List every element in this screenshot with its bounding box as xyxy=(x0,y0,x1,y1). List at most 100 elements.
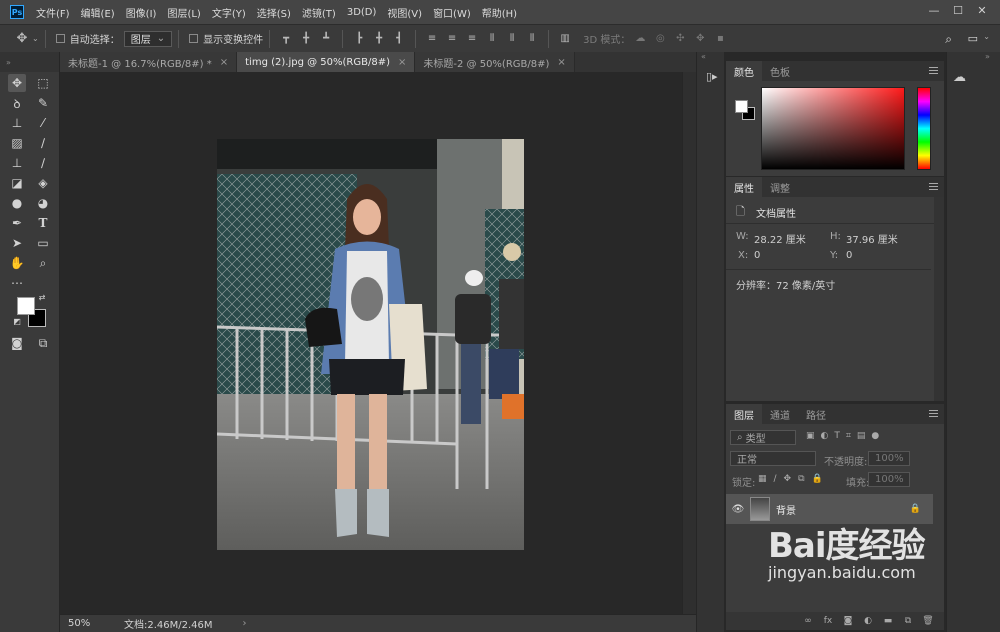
menu-select[interactable]: 选择(S) xyxy=(257,5,291,20)
menu-3d[interactable]: 3D(D) xyxy=(347,7,377,18)
lasso-tool-icon[interactable]: ꝺ xyxy=(8,94,26,112)
pen-tool-icon[interactable]: ✒ xyxy=(8,214,26,232)
workspace-icon[interactable]: ▭ xyxy=(968,32,978,45)
zoom-tool-icon[interactable]: ⌕ xyxy=(34,254,52,272)
drag-3d-icon[interactable]: ✣ xyxy=(674,33,686,45)
minimize-button[interactable]: — xyxy=(922,0,946,20)
marquee-tool-icon[interactable]: ⬚ xyxy=(34,74,52,92)
panel-menu-icon[interactable] xyxy=(929,67,938,74)
blur-tool-icon[interactable]: ● xyxy=(8,194,26,212)
hand-tool-icon[interactable]: ✋ xyxy=(8,254,26,272)
healing-brush-tool-icon[interactable]: ▨ xyxy=(8,134,26,152)
align-vcenter-icon[interactable]: ╋ xyxy=(300,33,312,45)
align-hcenter-icon[interactable]: ╋ xyxy=(373,33,385,45)
quick-select-tool-icon[interactable]: ✎ xyxy=(34,94,52,112)
rectangle-tool-icon[interactable]: ▭ xyxy=(34,234,52,252)
link-layers-icon[interactable]: ∞ xyxy=(802,615,814,627)
screen-mode-icon[interactable]: ⧉ xyxy=(34,334,52,352)
align-top-icon[interactable]: ┳ xyxy=(280,33,292,45)
distribute-right-icon[interactable]: ⦀ xyxy=(526,33,538,45)
distribute-hcenter-icon[interactable]: ⦀ xyxy=(506,33,518,45)
document-image[interactable] xyxy=(217,139,524,550)
align-left-icon[interactable]: ┣ xyxy=(353,33,365,45)
tab-properties[interactable]: 属性 xyxy=(726,177,762,197)
history-panel-icon[interactable]: ▯▸ xyxy=(706,70,718,83)
distribute-top-icon[interactable]: ≡ xyxy=(426,33,438,45)
close-icon[interactable]: × xyxy=(398,57,406,68)
status-menu-arrow[interactable]: › xyxy=(243,618,247,629)
slide-3d-icon[interactable]: ✥ xyxy=(694,33,706,45)
eye-icon[interactable]: 👁 xyxy=(726,504,750,515)
opacity-field[interactable]: 100% xyxy=(868,451,910,466)
crop-tool-icon[interactable]: ⊥ xyxy=(8,114,26,132)
menu-view[interactable]: 视图(V) xyxy=(387,5,422,20)
menu-layer[interactable]: 图层(L) xyxy=(167,5,200,20)
color-field[interactable] xyxy=(761,87,905,170)
scale-3d-icon[interactable]: ▪ xyxy=(714,33,726,45)
collapse-arrows-icon[interactable]: « xyxy=(701,52,706,61)
foreground-color-swatch[interactable] xyxy=(735,100,748,113)
menu-file[interactable]: 文件(F) xyxy=(36,5,70,20)
new-layer-icon[interactable]: ⧉ xyxy=(902,615,914,627)
creative-cloud-icon[interactable]: ☁ xyxy=(953,70,966,85)
path-select-tool-icon[interactable]: ➤ xyxy=(8,234,26,252)
menu-type[interactable]: 文字(Y) xyxy=(212,5,246,20)
lock-icons[interactable]: ▦∕✥⧉🔒 xyxy=(758,474,830,484)
tab-swatches[interactable]: 色板 xyxy=(762,61,798,81)
default-colors-icon[interactable]: ◩ xyxy=(12,316,22,326)
canvas-area[interactable] xyxy=(60,72,682,614)
auto-select-dropdown[interactable]: 图层 ⌄ xyxy=(123,30,173,47)
distribute-vcenter-icon[interactable]: ≡ xyxy=(446,33,458,45)
quick-mask-icon[interactable]: ◙ xyxy=(8,334,26,352)
add-mask-icon[interactable]: ◙ xyxy=(842,615,854,627)
brush-tool-icon[interactable]: ∕ xyxy=(34,134,52,152)
trash-icon[interactable]: 🗑 xyxy=(922,615,934,627)
align-bottom-icon[interactable]: ┻ xyxy=(320,33,332,45)
tab-color[interactable]: 颜色 xyxy=(726,61,762,81)
search-icon[interactable]: ⌕ xyxy=(945,32,952,47)
collapse-arrows-icon[interactable]: » xyxy=(985,52,990,61)
orbit-3d-icon[interactable]: ☁ xyxy=(634,33,646,45)
fill-field[interactable]: 100% xyxy=(868,472,910,487)
close-icon[interactable]: × xyxy=(557,57,565,68)
layer-filter-dropdown[interactable]: ⌕ 类型 xyxy=(730,430,796,445)
tab-timg[interactable]: timg (2).jpg @ 50%(RGB/8#) × xyxy=(237,52,416,72)
clone-stamp-tool-icon[interactable]: ⊥ xyxy=(8,154,26,172)
eyedropper-tool-icon[interactable]: ⁄ xyxy=(34,114,52,132)
show-transform-checkbox[interactable] xyxy=(189,34,199,43)
vertical-scrollbar[interactable] xyxy=(682,72,696,614)
menu-window[interactable]: 窗口(W) xyxy=(433,5,471,20)
new-group-icon[interactable]: ▬ xyxy=(882,615,894,627)
dodge-tool-icon[interactable]: ◕ xyxy=(34,194,52,212)
tab-untitled-1[interactable]: 未标题-1 @ 16.7%(RGB/8#) * × xyxy=(60,52,238,72)
distribute-bottom-icon[interactable]: ≡ xyxy=(466,33,478,45)
menu-edit[interactable]: 编辑(E) xyxy=(81,5,115,20)
auto-select-checkbox[interactable] xyxy=(55,34,65,43)
menu-help[interactable]: 帮助(H) xyxy=(482,5,517,20)
move-tool-icon[interactable]: ✥ xyxy=(8,74,26,92)
adjustment-layer-icon[interactable]: ◐ xyxy=(862,615,874,627)
menu-filter[interactable]: 滤镜(T) xyxy=(302,5,336,20)
panel-menu-icon[interactable] xyxy=(929,410,938,417)
collapse-toolbar-icon[interactable]: » xyxy=(0,52,59,72)
maximize-button[interactable]: ☐ xyxy=(946,0,970,20)
tab-paths[interactable]: 路径 xyxy=(798,404,834,424)
blend-mode-dropdown[interactable]: 正常 xyxy=(730,451,816,466)
chevron-down-icon[interactable]: ⌄ xyxy=(32,34,39,43)
layer-filter-icons[interactable]: ▣◐T⌗▤● xyxy=(806,431,885,441)
tab-channels[interactable]: 通道 xyxy=(762,404,798,424)
properties-scrollbar[interactable] xyxy=(934,197,944,401)
eraser-tool-icon[interactable]: ◪ xyxy=(8,174,26,192)
close-icon[interactable]: × xyxy=(220,57,228,68)
foreground-color-swatch[interactable] xyxy=(17,297,35,315)
distribute-left-icon[interactable]: ⦀ xyxy=(486,33,498,45)
paint-bucket-tool-icon[interactable]: ◈ xyxy=(34,174,52,192)
type-tool-icon[interactable]: T xyxy=(34,214,52,232)
menu-image[interactable]: 图像(I) xyxy=(126,5,157,20)
layer-style-icon[interactable]: fx xyxy=(822,615,834,627)
roll-3d-icon[interactable]: ◎ xyxy=(654,33,666,45)
hue-slider[interactable] xyxy=(917,87,931,170)
zoom-level[interactable]: 50% xyxy=(60,618,100,629)
swap-colors-icon[interactable]: ⇄ xyxy=(37,292,47,302)
align-right-icon[interactable]: ┫ xyxy=(393,33,405,45)
